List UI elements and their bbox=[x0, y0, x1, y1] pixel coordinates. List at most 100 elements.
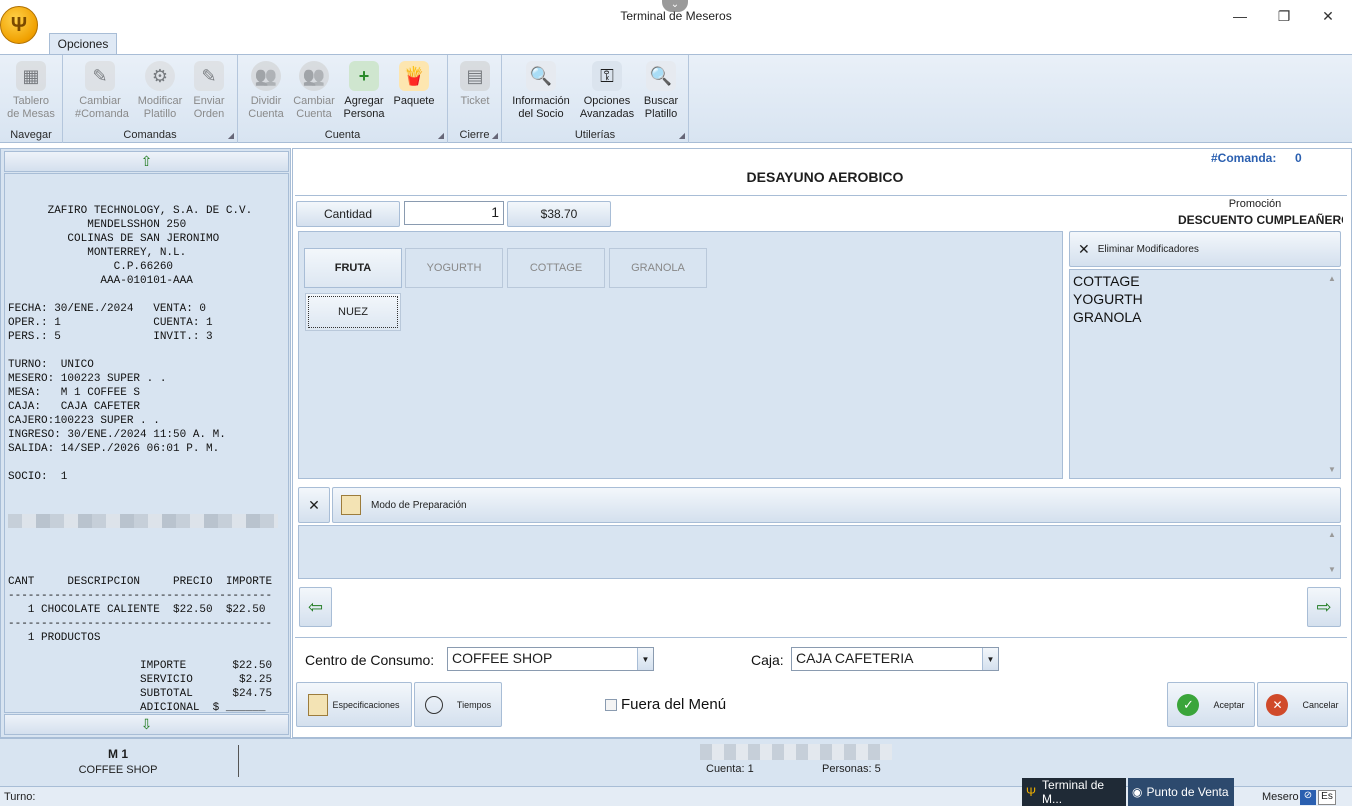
minimize-button[interactable]: — bbox=[1220, 4, 1260, 28]
tablero-mesas-button[interactable]: ▦ Tablero de Mesas bbox=[6, 59, 56, 125]
buscar-platillo-button[interactable]: 🔍 Buscar Platillo bbox=[636, 59, 686, 125]
modifier-item[interactable]: COTTAGE bbox=[1073, 272, 1340, 290]
restore-button[interactable]: ❐ bbox=[1264, 4, 1304, 28]
label: Tablero bbox=[12, 95, 50, 107]
label: Dividir bbox=[250, 95, 282, 107]
cambiar-cuenta-button[interactable]: 👥 Cambiar Cuenta bbox=[289, 59, 339, 125]
dialog-launcher-icon[interactable]: ◢ bbox=[679, 131, 685, 140]
cantidad-input[interactable]: 1 bbox=[404, 201, 504, 225]
taskbar-punto-venta[interactable]: ◉ Punto de Venta bbox=[1128, 778, 1234, 806]
receipt-line: TURNO: UNICO bbox=[8, 359, 94, 371]
comanda-value: 0 bbox=[1295, 151, 1302, 165]
agregar-persona-button[interactable]: + Agregar Persona bbox=[339, 59, 389, 125]
option-yogurth[interactable]: YOGURTH bbox=[405, 248, 503, 288]
dish-dialog: #Comanda: 0 DESAYUNO AEROBICO Promoción … bbox=[292, 148, 1352, 738]
blurred-member-name bbox=[700, 744, 892, 760]
promo-value: DESCUENTO CUMPLEAÑEROS bbox=[1178, 213, 1343, 227]
especificaciones-button[interactable]: Especificaciones bbox=[296, 682, 412, 727]
label: Cuenta bbox=[296, 108, 332, 120]
cancelar-button[interactable]: ✕ Cancelar bbox=[1257, 682, 1348, 727]
option-fruta[interactable]: FRUTA bbox=[304, 248, 402, 288]
check-icon: ✓ bbox=[1177, 693, 1200, 716]
receipt-line: ADICIONAL $ ______ bbox=[8, 702, 266, 713]
dialog-launcher-icon[interactable]: ◢ bbox=[492, 131, 498, 140]
label: Información bbox=[512, 95, 570, 107]
label: del Socio bbox=[518, 108, 564, 120]
language-indicator[interactable]: Es bbox=[1318, 790, 1336, 805]
divider bbox=[238, 745, 239, 777]
food-combo-icon: 🍟 bbox=[399, 61, 429, 91]
scrollbar[interactable]: ▲ ▼ bbox=[1324, 526, 1340, 578]
label: Buscar bbox=[643, 95, 679, 107]
option-cottage[interactable]: COTTAGE bbox=[507, 248, 605, 288]
label: Eliminar Modificadores bbox=[1097, 243, 1199, 255]
chevron-down-icon[interactable]: ▼ bbox=[637, 648, 653, 670]
receipt-line: ZAFIRO TECHNOLOGY, S.A. DE C.V. bbox=[8, 205, 253, 217]
price-button[interactable]: $38.70 bbox=[507, 201, 611, 227]
cantidad-button[interactable]: Cantidad bbox=[296, 201, 400, 227]
label: Punto de Venta bbox=[1146, 785, 1229, 799]
title-bar: ⌄ Terminal de Meseros — ❐ ✕ bbox=[0, 0, 1352, 32]
enviar-orden-button[interactable]: ✎ Enviar Orden bbox=[184, 59, 234, 125]
x-icon: ✕ bbox=[1078, 240, 1090, 257]
scroll-up-button[interactable]: ⇧ bbox=[4, 151, 289, 172]
centro-consumo-select[interactable]: COFFEE SHOP ▼ bbox=[447, 647, 654, 671]
modifier-item[interactable]: GRANOLA bbox=[1073, 308, 1340, 326]
group-label: Comandas bbox=[123, 129, 177, 141]
blurred-member-name bbox=[8, 514, 288, 533]
order-pad-icon: ✎ bbox=[194, 61, 224, 91]
taskbar-terminal-meseros[interactable]: Ψ Terminal de M... bbox=[1022, 778, 1126, 806]
receipt-line: SALIDA: 14/SEP./2026 06:01 P. M. bbox=[8, 443, 220, 455]
next-button[interactable]: ⇨ bbox=[1307, 587, 1341, 627]
notepad-icon bbox=[341, 495, 361, 515]
scrollbar[interactable]: ▲ ▼ bbox=[1324, 270, 1340, 478]
receipt-line: SERVICIO $2.25 bbox=[8, 674, 273, 686]
label: Cancelar bbox=[1302, 699, 1339, 710]
aceptar-button[interactable]: ✓ Aceptar bbox=[1167, 682, 1255, 727]
receipt-line: MESERO: 100223 SUPER . . bbox=[8, 373, 167, 385]
paquete-button[interactable]: 🍟 Paquete bbox=[389, 59, 439, 125]
tiempos-button[interactable]: Tiempos bbox=[414, 682, 502, 727]
dialog-launcher-icon[interactable]: ◢ bbox=[438, 131, 444, 140]
modificar-platillo-button[interactable]: ⚙ Modificar Platillo bbox=[135, 59, 185, 125]
modifier-item[interactable]: YOGURTH bbox=[1073, 290, 1340, 308]
caja-select[interactable]: CAJA CAFETERIA ▼ bbox=[791, 647, 999, 671]
chevron-down-icon[interactable]: ▼ bbox=[982, 648, 998, 670]
checklist-icon bbox=[308, 693, 329, 716]
label: de Mesas bbox=[7, 108, 55, 120]
x-icon: ✕ bbox=[308, 496, 320, 513]
cambiar-comanda-button[interactable]: ✎ Cambiar #Comanda bbox=[75, 59, 129, 125]
receipt-line: FECHA: 30/ENE./2024 VENTA: 0 bbox=[8, 303, 207, 315]
prev-button[interactable]: ⇦ bbox=[299, 587, 332, 627]
tab-opciones[interactable]: Opciones bbox=[49, 33, 117, 55]
option-nuez[interactable]: NUEZ bbox=[305, 293, 401, 331]
prep-text-area[interactable]: ▲ ▼ bbox=[298, 525, 1341, 579]
receipt-line: SUBTOTAL $24.75 bbox=[8, 688, 273, 700]
receipt-line bbox=[8, 288, 288, 302]
caja-label: Caja: bbox=[751, 652, 784, 668]
scroll-down-button[interactable]: ⇩ bbox=[4, 714, 289, 735]
option-granola[interactable]: GRANOLA bbox=[609, 248, 707, 288]
cuenta-count: Cuenta: 1 bbox=[706, 763, 754, 775]
opciones-avanzadas-button[interactable]: ⚿ Opciones Avanzadas bbox=[578, 59, 636, 125]
fuera-menu-label: Fuera del Menú bbox=[621, 696, 727, 713]
modifiers-list[interactable]: COTTAGE YOGURTH GRANOLA ▲ ▼ bbox=[1069, 269, 1341, 479]
promo-label: Promoción bbox=[1228, 198, 1282, 210]
receipt-line: 1 PRODUCTOS bbox=[8, 632, 101, 644]
informacion-socio-button[interactable]: 🔍 Información del Socio bbox=[508, 59, 574, 125]
app-menu-button[interactable]: Ψ bbox=[0, 6, 38, 44]
arrow-up-icon: ⇧ bbox=[140, 153, 153, 169]
label: Tiempos bbox=[456, 699, 492, 710]
group-utilerias: 🔍 Información del Socio ⚿ Opciones Avanzad… bbox=[502, 55, 689, 143]
clear-prep-button[interactable]: ✕ bbox=[298, 487, 330, 523]
close-button[interactable]: ✕ bbox=[1308, 4, 1348, 28]
modo-preparacion-button[interactable]: Modo de Preparación bbox=[332, 487, 1341, 523]
options-panel: FRUTA YOGURTH COTTAGE GRANOLA NUEZ bbox=[298, 231, 1063, 479]
eliminar-modificadores-button[interactable]: ✕ Eliminar Modificadores bbox=[1069, 231, 1341, 267]
fuera-menu-checkbox[interactable] bbox=[605, 699, 617, 711]
label: Aceptar bbox=[1213, 699, 1245, 710]
search-icon: 🔍 bbox=[646, 61, 676, 91]
dividir-cuenta-button[interactable]: 👥 Dividir Cuenta bbox=[241, 59, 291, 125]
ticket-button[interactable]: ▤ Ticket bbox=[450, 59, 500, 125]
dialog-launcher-icon[interactable]: ◢ bbox=[228, 131, 234, 140]
